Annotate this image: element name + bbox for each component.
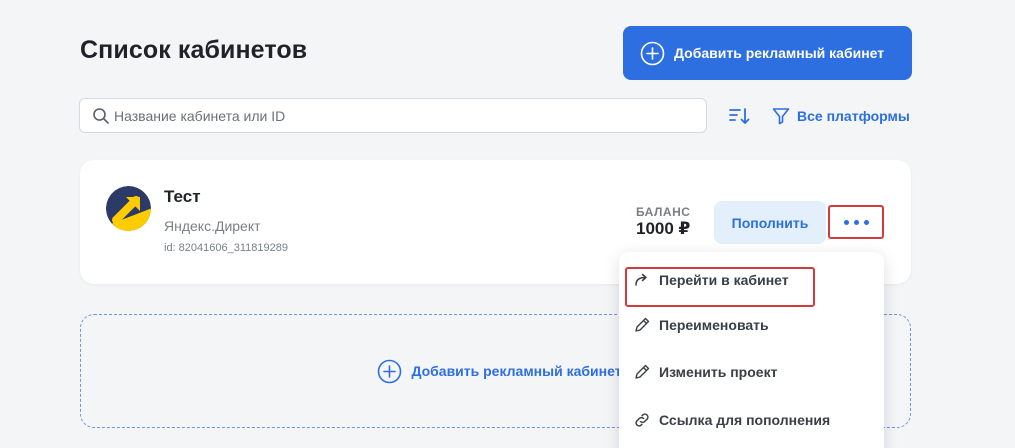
- platform-filter-button[interactable]: Все платформы: [771, 104, 910, 128]
- more-dots-icon: [843, 219, 849, 225]
- add-ad-account-button[interactable]: Добавить рекламный кабинет: [623, 26, 912, 80]
- menu-item-topup-link[interactable]: Ссылка для пополнения: [619, 398, 884, 442]
- more-options-button[interactable]: [828, 205, 884, 239]
- filter-icon: [771, 106, 791, 126]
- balance-label: БАЛАНС: [636, 205, 691, 219]
- plus-circle-icon: [640, 41, 665, 66]
- balance-value: 1000 ₽: [636, 219, 691, 238]
- menu-item-change-project[interactable]: Изменить проект: [619, 350, 884, 394]
- topup-button[interactable]: Пополнить: [714, 201, 826, 244]
- plus-circle-icon: [377, 359, 402, 384]
- link-icon: [633, 411, 651, 429]
- sort-button[interactable]: [727, 104, 751, 128]
- account-id: id: 82041606_311819289: [164, 242, 288, 254]
- menu-item-open-account[interactable]: Перейти в кабинет: [619, 258, 884, 307]
- page-title: Список кабинетов: [80, 36, 308, 64]
- pencil-icon: [633, 316, 651, 334]
- sort-icon: [727, 104, 751, 128]
- menu-item-label: Переименовать: [659, 317, 769, 333]
- platform-filter-label: Все платформы: [797, 108, 910, 124]
- search-icon: [92, 107, 110, 125]
- account-name: Тест: [164, 187, 201, 206]
- pencil-icon: [633, 363, 651, 381]
- add-ad-account-card-label: Добавить рекламный кабинет: [411, 363, 622, 379]
- add-ad-account-label: Добавить рекламный кабинет: [674, 45, 885, 61]
- account-actions-menu: Перейти в кабинет Переименовать Изменить…: [619, 252, 884, 448]
- redirect-arrow-icon: [633, 271, 651, 289]
- menu-item-rename[interactable]: Переименовать: [619, 303, 884, 347]
- menu-item-label: Ссылка для пополнения: [659, 412, 831, 428]
- yandex-direct-logo: [106, 186, 151, 231]
- search-field[interactable]: [79, 98, 707, 133]
- account-platform: Яндекс.Директ: [164, 218, 261, 234]
- menu-item-label: Изменить проект: [659, 364, 778, 380]
- search-input[interactable]: [114, 107, 706, 124]
- menu-item-label: Перейти в кабинет: [659, 272, 789, 288]
